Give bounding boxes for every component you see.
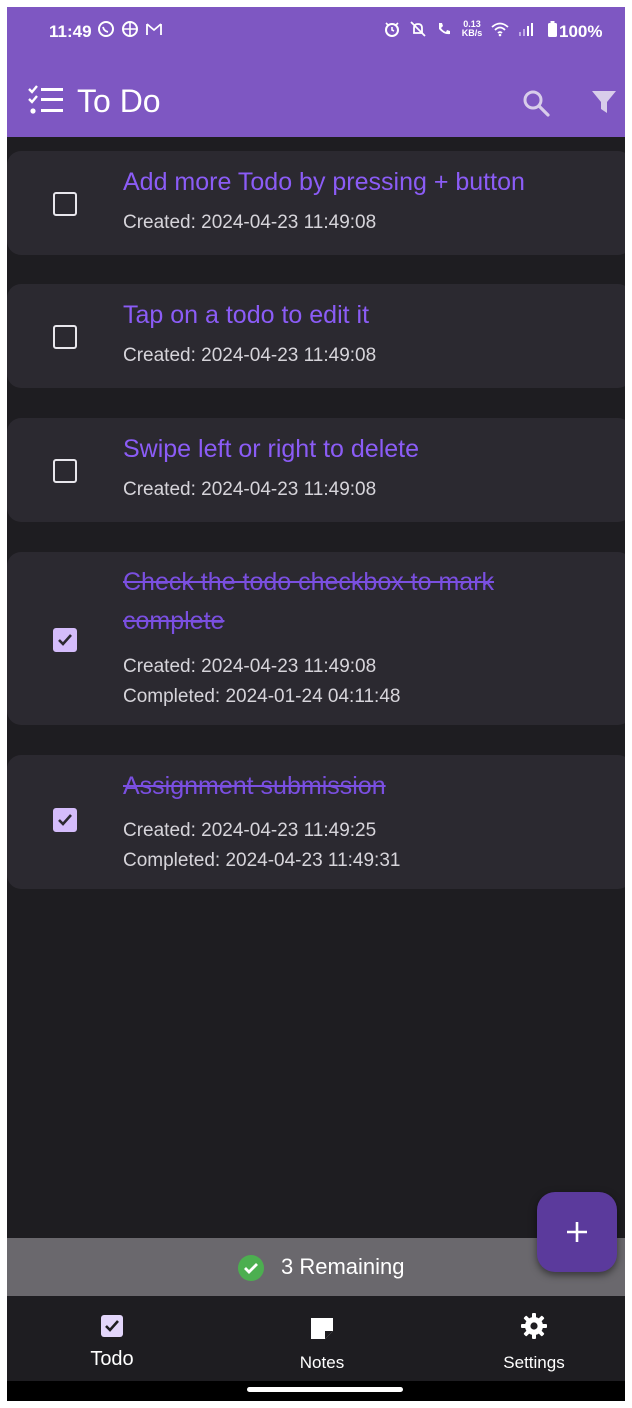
gmail-icon: [145, 20, 163, 38]
todo-completed: Completed: 2024-01-24 04:11:48: [123, 686, 401, 707]
todo-checkbox[interactable]: [53, 325, 77, 349]
todo-title-line1: Check the todo checkbox to mark: [123, 568, 495, 596]
todo-checkbox[interactable]: [53, 459, 77, 483]
checkmark-icon: [58, 814, 72, 826]
signal-icon: [517, 20, 535, 38]
todo-created: Created: 2024-04-23 11:49:08: [123, 212, 377, 233]
browser-icon: [121, 20, 139, 38]
todo-created: Created: 2024-04-23 11:49:08: [123, 345, 377, 366]
remaining-bar: 3 Remaining: [7, 1238, 625, 1296]
status-time: 11:49: [49, 22, 92, 41]
note-icon: [308, 1314, 336, 1342]
nav-item-settings[interactable]: Settings: [469, 1296, 599, 1381]
nav-item-todo[interactable]: Todo: [47, 1296, 177, 1381]
call-icon: [435, 20, 453, 38]
checkmark-icon: [58, 634, 72, 646]
plus-icon: [567, 1222, 587, 1242]
check-circle-icon: [237, 1254, 265, 1282]
todo-completed: Completed: 2024-04-23 11:49:31: [123, 850, 401, 871]
alarm-icon: [383, 20, 401, 38]
mute-icon: [409, 20, 427, 38]
add-todo-button[interactable]: [537, 1192, 617, 1272]
status-bar: 11:49 0.13 KB/s 100%: [7, 7, 625, 59]
todo-checkbox[interactable]: [53, 808, 77, 832]
wifi-icon: [491, 20, 509, 38]
todo-checkbox[interactable]: [53, 628, 77, 652]
todo-item[interactable]: Assignment submission Created: 2024-04-2…: [7, 755, 625, 889]
todo-title: Swipe left or right to delete: [123, 435, 419, 463]
bottom-navigation: Todo Notes Settings: [7, 1296, 625, 1381]
todo-created: Created: 2024-04-23 11:49:25: [123, 820, 377, 841]
remaining-count: 3 Remaining: [281, 1254, 405, 1279]
nav-label-notes: Notes: [299, 1353, 345, 1372]
todo-created: Created: 2024-04-23 11:49:08: [123, 479, 377, 500]
todo-title: Tap on a todo to edit it: [123, 301, 370, 329]
todo-title-line2: complete: [123, 607, 225, 635]
nav-item-notes[interactable]: Notes: [257, 1296, 387, 1381]
filter-icon[interactable]: [591, 89, 617, 115]
todo-checkbox[interactable]: [53, 192, 77, 216]
app-screen: 11:49 0.13 KB/s 100% To Do Add more Todo…: [7, 7, 625, 1401]
gesture-bar: [7, 1381, 625, 1401]
todo-created: Created: 2024-04-23 11:49:08: [123, 656, 377, 677]
nav-label-todo: Todo: [90, 1348, 134, 1370]
search-icon[interactable]: [521, 88, 551, 118]
network-speed-unit: KB/s: [461, 28, 483, 38]
todo-item[interactable]: Swipe left or right to delete Created: 2…: [7, 418, 625, 522]
whatsapp-icon: [97, 20, 115, 38]
battery-percentage: 100%: [559, 22, 603, 41]
checklist-icon: [27, 85, 67, 115]
todo-item[interactable]: Add more Todo by pressing + button Creat…: [7, 151, 625, 255]
home-indicator[interactable]: [247, 1387, 403, 1392]
nav-label-settings: Settings: [503, 1353, 565, 1372]
todo-item[interactable]: Tap on a todo to edit it Created: 2024-0…: [7, 284, 625, 388]
todo-item[interactable]: Check the todo checkbox to mark complete…: [7, 552, 625, 725]
todo-title: Add more Todo by pressing + button: [123, 168, 525, 196]
page-title: To Do: [77, 83, 161, 119]
todo-check-icon: [98, 1312, 126, 1340]
todo-title: Assignment submission: [123, 772, 386, 800]
app-bar: To Do: [7, 59, 625, 137]
gear-icon: [520, 1312, 548, 1340]
